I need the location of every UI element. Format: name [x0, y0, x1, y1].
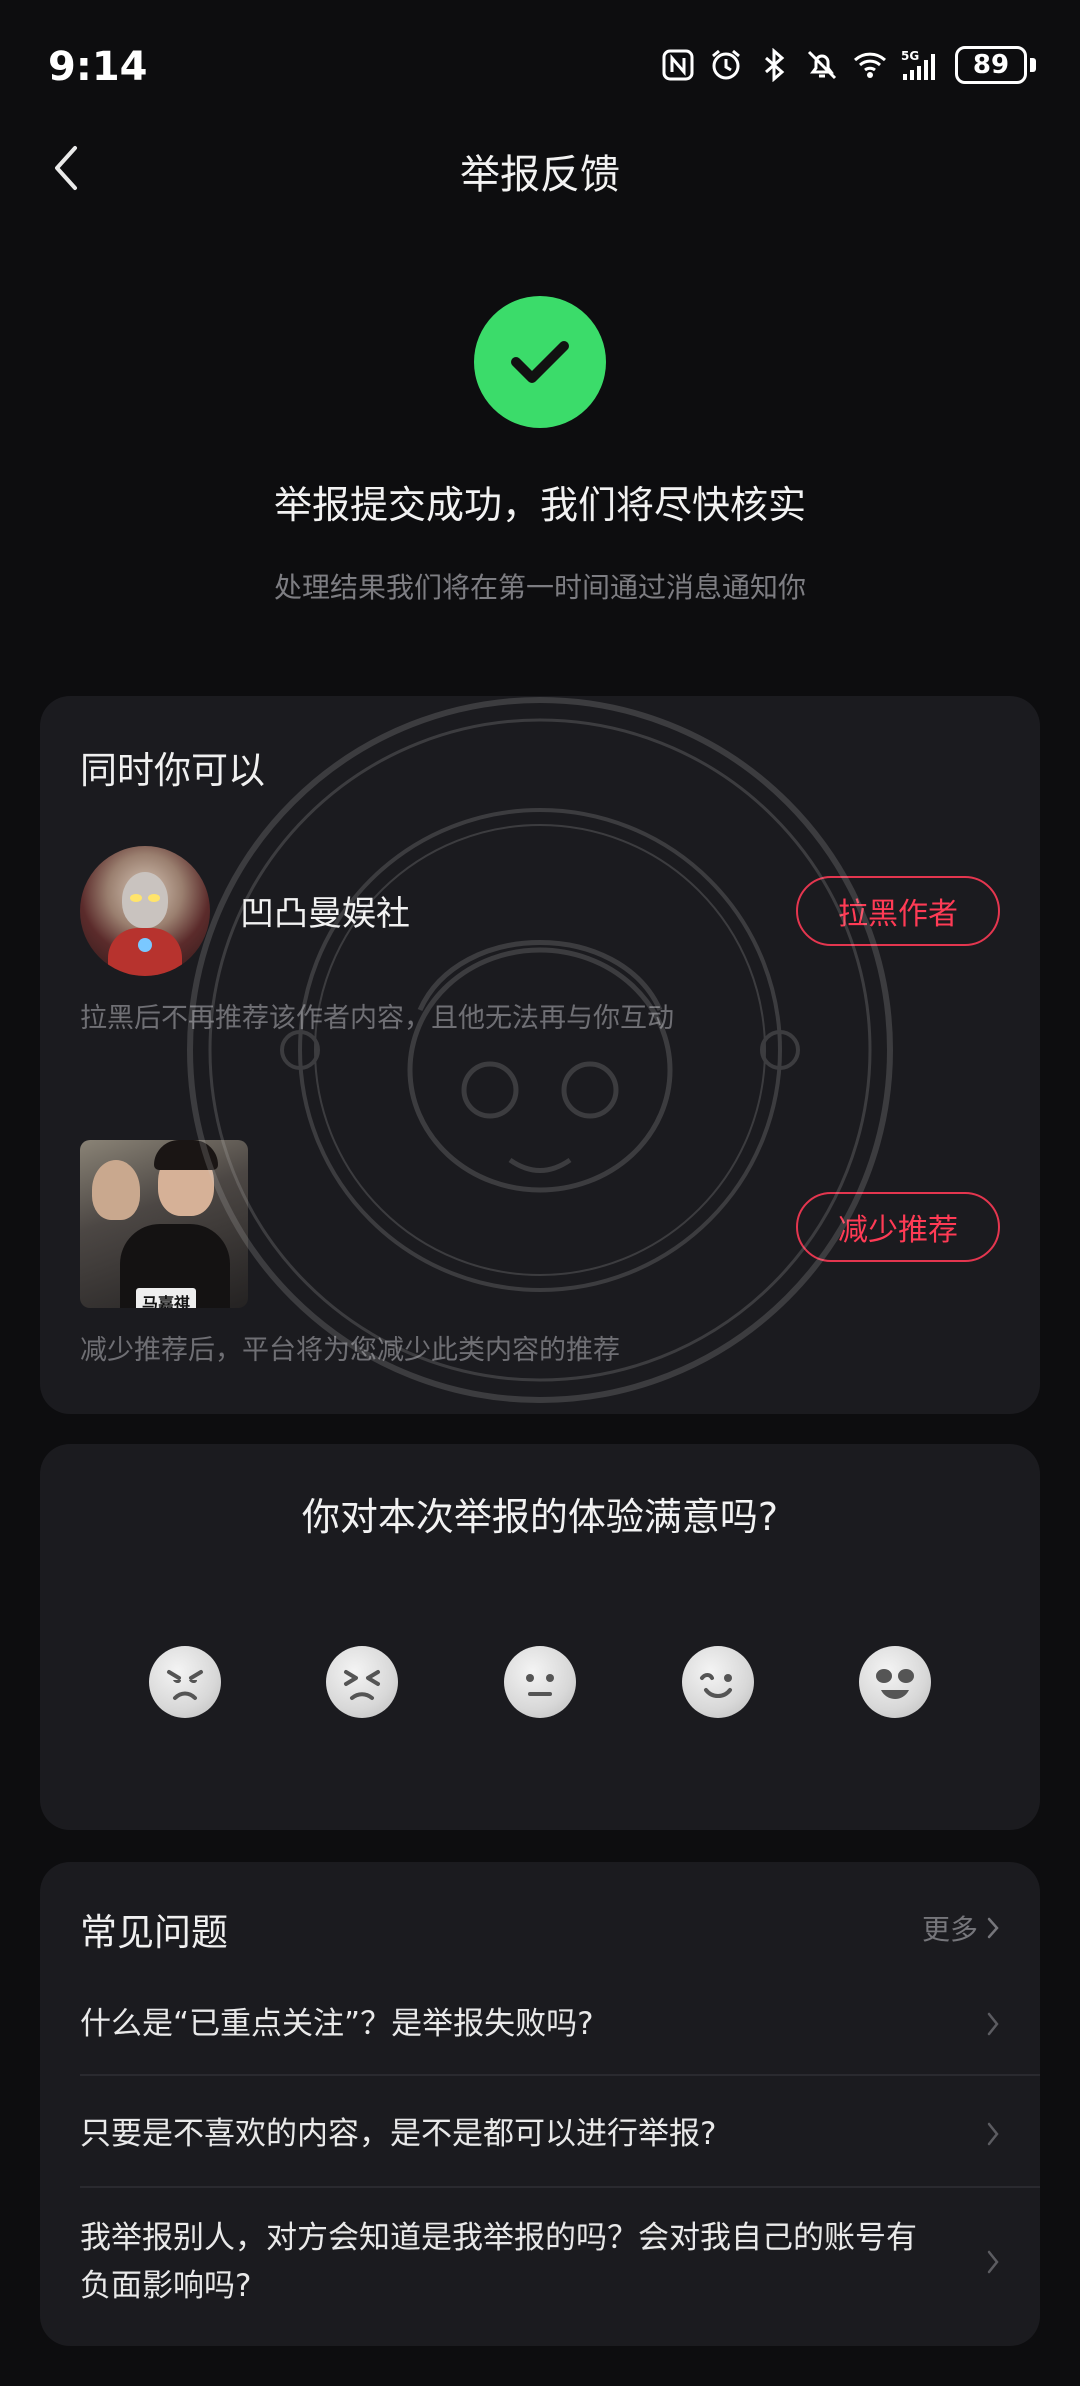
divider	[80, 2186, 1040, 2188]
faq-heading: 常见问题	[80, 1911, 228, 1954]
wifi-icon	[853, 52, 887, 78]
block-description: 拉黑后不再推荐该作者内容，且他无法再与你互动	[80, 1003, 674, 1034]
top-bar: 举报反馈	[0, 120, 1080, 216]
status-icons: 5G 89	[661, 46, 1036, 84]
success-subtitle: 处理结果我们将在第一时间通过消息通知你	[273, 571, 806, 604]
faq-question: 只要是不喜欢的内容，是不是都可以进行举报?	[80, 2116, 717, 2152]
mute-bell-icon	[807, 50, 837, 80]
faq-card: 常见问题 更多 什么是“已重点关注”？是举报失败吗? 只要是不喜欢的内容，是不是…	[40, 1862, 1040, 2346]
status-bar: 9:14 5G 89	[0, 0, 1080, 140]
clock: 9:14	[48, 44, 148, 90]
faq-item-2[interactable]: 只要是不喜欢的内容，是不是都可以进行举报?	[80, 2086, 1000, 2182]
signal-5g-icon: 5G	[901, 49, 935, 80]
thumbnail-tag: 马嘉祺	[136, 1288, 197, 1308]
smiling-face-icon[interactable]	[681, 1646, 754, 1718]
battery-icon: 89	[955, 46, 1036, 84]
chevron-right-icon	[987, 2250, 999, 2274]
faq-item-3[interactable]: 我举报别人，对方会知道是我举报的吗？会对我自己的账号有负面影响吗?	[80, 2202, 1000, 2322]
author-avatar[interactable]	[80, 846, 210, 976]
nfc-icon	[662, 49, 694, 81]
reduce-description: 减少推荐后，平台将为您减少此类内容的推荐	[80, 1335, 620, 1366]
angry-face-icon[interactable]	[148, 1646, 221, 1718]
author-name[interactable]: 凹凸曼娱社	[240, 886, 410, 935]
faq-more-link[interactable]: 更多	[922, 1908, 1000, 1948]
actions-heading: 同时你可以	[80, 749, 265, 792]
svg-text:5G: 5G	[901, 49, 919, 63]
alarm-icon	[712, 49, 740, 80]
chevron-right-icon	[987, 1917, 999, 1939]
faq-item-1[interactable]: 什么是“已重点关注”？是举报失败吗?	[80, 1976, 1000, 2072]
rating-faces	[40, 1646, 1040, 1718]
page-title: 举报反馈	[460, 152, 620, 198]
faq-question: 什么是“已重点关注”？是举报失败吗?	[80, 2006, 594, 2042]
bluetooth-icon	[765, 48, 785, 82]
rating-question: 你对本次举报的体验满意吗?	[301, 1495, 779, 1539]
reduce-recommend-button[interactable]: 减少推荐	[796, 1192, 1000, 1262]
faq-question: 我举报别人，对方会知道是我举报的吗？会对我自己的账号有负面影响吗?	[80, 2220, 917, 2304]
success-check-icon	[474, 296, 606, 428]
block-author-button[interactable]: 拉黑作者	[796, 876, 1000, 946]
neutral-face-icon[interactable]	[503, 1646, 576, 1718]
more-label: 更多	[921, 1913, 978, 1946]
divider	[80, 2074, 1040, 2076]
video-thumbnail[interactable]: 马嘉祺	[80, 1140, 248, 1308]
frustrated-face-icon[interactable]	[326, 1646, 399, 1718]
heart-eyes-face-icon[interactable]	[859, 1646, 932, 1718]
actions-card: 同时你可以 凹凸曼娱社 拉黑作者 拉黑后不再推荐该作者内容，且他无法再与你互动 …	[40, 696, 1040, 1414]
rating-card: 你对本次举报的体验满意吗?	[40, 1444, 1040, 1830]
chevron-right-icon	[987, 2012, 999, 2036]
success-title: 举报提交成功，我们将尽快核实	[273, 483, 806, 527]
chevron-right-icon	[987, 2122, 999, 2146]
battery-level: 89	[955, 46, 1027, 84]
